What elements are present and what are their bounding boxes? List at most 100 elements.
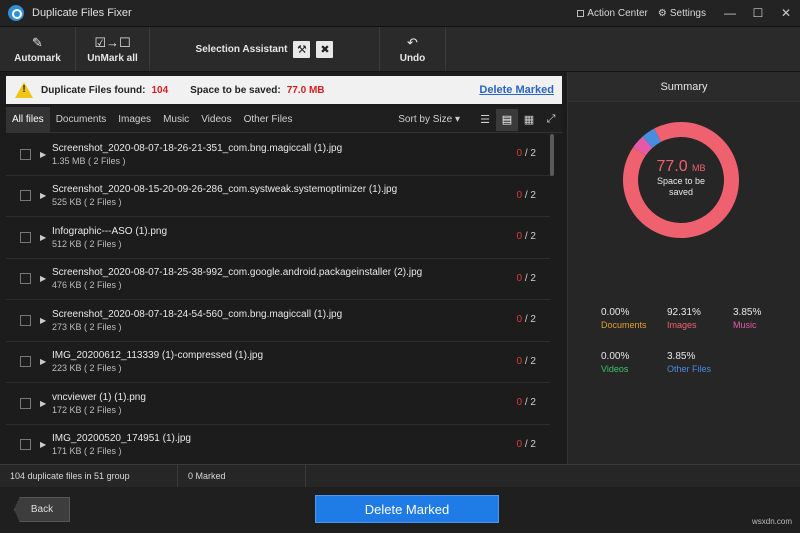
file-name: Infographic---ASO (1).png bbox=[52, 225, 168, 237]
expand-caret-icon[interactable]: ▶ bbox=[40, 357, 48, 366]
info-bar: ! Duplicate Files found: 104 Space to be… bbox=[6, 76, 562, 104]
legend-item: 92.31% Images bbox=[667, 307, 701, 330]
marked-ratio: 0 / 2 bbox=[516, 231, 536, 242]
tab-videos[interactable]: Videos bbox=[195, 107, 237, 132]
space-value: 77.0 MB bbox=[286, 84, 325, 96]
watermark: wsxdn.com bbox=[751, 517, 792, 526]
grid-view-icon[interactable]: ▦ bbox=[518, 109, 540, 131]
file-meta: 476 KB ( 2 Files ) bbox=[52, 280, 122, 291]
found-label: Duplicate Files found: bbox=[41, 84, 146, 96]
checkbox-arrow-icon: ☑→☐ bbox=[94, 34, 131, 50]
selection-assistant: Selection Assistant ⚒ ✖ bbox=[150, 27, 380, 71]
legend-name: Documents bbox=[601, 320, 647, 330]
marked-ratio: 0 / 2 bbox=[516, 355, 536, 367]
expand-caret-icon[interactable]: ▶ bbox=[40, 274, 48, 283]
file-meta: 273 KB ( 2 Files ) bbox=[52, 321, 122, 332]
row-checkbox[interactable] bbox=[20, 356, 31, 368]
expand-caret-icon[interactable]: ▶ bbox=[40, 191, 48, 200]
row-checkbox[interactable] bbox=[20, 397, 31, 409]
donut-label-2: saved bbox=[668, 187, 694, 197]
file-group-row[interactable]: ▶ Infographic---ASO (1).png 512 KB ( 2 Fil… bbox=[6, 217, 550, 259]
file-group-row[interactable]: ▶ IMG_20200612_113339 (1)-compressed (1).… bbox=[6, 342, 550, 383]
file-group-row[interactable]: ▶ Screenshot_2020-08-15-20-09-26-286_com.… bbox=[6, 176, 550, 217]
tab-music[interactable]: Music bbox=[157, 107, 195, 132]
row-checkbox[interactable] bbox=[20, 273, 31, 285]
summary-panel: Summary 77.0 MB Space to be saved 0.00% D… bbox=[567, 72, 800, 464]
close-button[interactable]: ✕ bbox=[774, 6, 798, 20]
row-checkbox[interactable] bbox=[20, 148, 31, 160]
magic-wand-icon: ✎ bbox=[32, 34, 43, 50]
marked-ratio: 0 / 2 bbox=[516, 438, 536, 450]
file-name: Screenshot_2020-08-07-18-26-21-351_com.b… bbox=[52, 142, 343, 154]
legend-item: 3.85% Music bbox=[733, 307, 761, 330]
donut-unit: MB bbox=[692, 163, 706, 173]
found-count: 104 bbox=[151, 84, 169, 96]
app-title: Duplicate Files Fixer bbox=[32, 7, 132, 19]
unmark-all-button[interactable]: ☑→☐ UnMark all bbox=[76, 27, 150, 71]
file-group-row[interactable]: ▶ Screenshot_2020-08-07-18-25-38-992_com.… bbox=[6, 259, 550, 300]
list-view-icon[interactable]: ☰ bbox=[474, 109, 496, 131]
file-meta: 525 KB ( 2 Files ) bbox=[52, 197, 122, 208]
automark-button[interactable]: ✎ Automark bbox=[0, 27, 76, 71]
hammer-icon[interactable]: ⚒ bbox=[293, 40, 311, 58]
detail-view-icon[interactable]: ▤ bbox=[496, 108, 518, 131]
fullscreen-icon[interactable]: ⤢ bbox=[540, 109, 562, 131]
legend-percent: 0.00% bbox=[601, 351, 630, 362]
legend-item: 3.85% Other Files bbox=[667, 351, 711, 374]
space-label: Space to be saved: bbox=[190, 84, 281, 96]
back-button[interactable]: Back bbox=[14, 497, 70, 522]
file-name: IMG_20200612_113339 (1)-compressed (1).j… bbox=[52, 350, 264, 362]
space-donut-chart: 77.0 MB Space to be saved bbox=[615, 114, 747, 246]
file-meta: 171 KB ( 2 Files ) bbox=[52, 446, 122, 457]
legend-percent: 3.85% bbox=[667, 351, 696, 362]
tools-icon[interactable]: ✖ bbox=[316, 40, 334, 58]
row-checkbox[interactable] bbox=[20, 190, 31, 202]
marked-ratio: 0 / 2 bbox=[516, 314, 536, 325]
donut-label-1: Space to be bbox=[656, 176, 706, 186]
file-name: Screenshot_2020-08-15-20-09-26-286_com.s… bbox=[52, 184, 398, 196]
expand-caret-icon[interactable]: ▶ bbox=[40, 150, 48, 159]
action-center-button[interactable]: Action Center bbox=[577, 8, 648, 19]
row-checkbox[interactable] bbox=[20, 314, 31, 326]
file-name: Screenshot_2020-08-07-18-24-54-560_com.b… bbox=[52, 308, 343, 320]
group-count: 104 duplicate files in 51 group bbox=[0, 465, 178, 487]
toolbar: ✎ Automark ☑→☐ UnMark all Selection Assi… bbox=[0, 27, 800, 72]
tab-documents[interactable]: Documents bbox=[50, 107, 113, 132]
legend-item: 0.00% Videos bbox=[601, 351, 629, 374]
maximize-button[interactable]: ☐ bbox=[746, 6, 770, 20]
expand-caret-icon[interactable]: ▶ bbox=[40, 440, 48, 449]
file-group-row[interactable]: ▶ vncviewer (1) (1).png 172 KB ( 2 Files )… bbox=[6, 383, 550, 425]
action-center-icon bbox=[577, 9, 585, 17]
bottom-bar: Back Delete Marked wsxdn.com bbox=[0, 487, 800, 533]
settings-button[interactable]: ⚙ Settings bbox=[658, 8, 706, 19]
marked-ratio: 0 / 2 bbox=[516, 397, 536, 408]
donut-value: 77.0 bbox=[656, 158, 688, 175]
row-checkbox[interactable] bbox=[20, 231, 31, 243]
file-group-row[interactable]: ▶ Screenshot_2020-08-07-18-26-21-351_com.… bbox=[6, 134, 550, 176]
file-group-row[interactable]: ▶ IMG_20200520_174951 (1).jpg 171 KB ( 2 F… bbox=[6, 425, 550, 466]
tab-all-files[interactable]: All files bbox=[6, 107, 50, 132]
legend-name: Music bbox=[733, 320, 757, 330]
legend-name: Other Files bbox=[667, 364, 712, 374]
expand-caret-icon[interactable]: ▶ bbox=[40, 233, 48, 242]
row-checkbox[interactable] bbox=[20, 439, 31, 451]
expand-caret-icon[interactable]: ▶ bbox=[40, 316, 48, 325]
file-list: ▶ Screenshot_2020-08-07-18-26-21-351_com.… bbox=[6, 134, 550, 466]
chevron-down-icon: ▾ bbox=[454, 114, 460, 125]
gear-icon: ⚙ bbox=[657, 7, 667, 19]
file-type-tabs: All files Documents Images Music Videos … bbox=[6, 107, 562, 133]
file-meta: 1.35 MB ( 2 Files ) bbox=[52, 155, 126, 166]
legend-percent: 3.85% bbox=[733, 307, 762, 318]
scrollbar[interactable] bbox=[550, 134, 554, 176]
expand-caret-icon[interactable]: ▶ bbox=[40, 399, 48, 408]
file-name: IMG_20200520_174951 (1).jpg bbox=[52, 433, 191, 445]
delete-marked-link[interactable]: Delete Marked bbox=[479, 84, 554, 96]
file-group-row[interactable]: ▶ Screenshot_2020-08-07-18-24-54-560_com.… bbox=[6, 300, 550, 342]
delete-marked-button[interactable]: Delete Marked bbox=[315, 495, 499, 523]
sort-dropdown[interactable]: Sort by Size ▾ bbox=[398, 114, 460, 125]
tab-images[interactable]: Images bbox=[112, 107, 157, 132]
tab-other-files[interactable]: Other Files bbox=[238, 107, 299, 132]
minimize-button[interactable]: — bbox=[718, 6, 742, 20]
file-meta: 172 KB ( 2 Files ) bbox=[52, 404, 122, 415]
undo-button[interactable]: ↶ Undo bbox=[380, 27, 446, 71]
